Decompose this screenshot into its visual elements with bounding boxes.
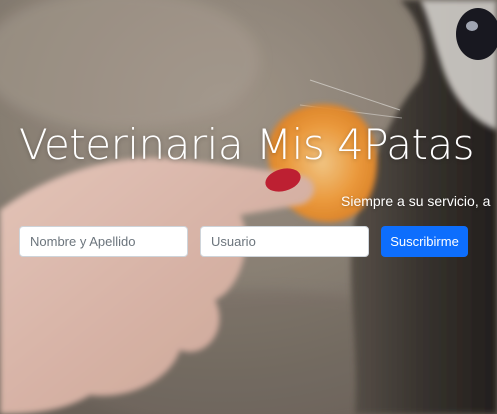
hero-tagline: Siempre a su servicio, a <box>341 193 491 209</box>
hero-title: Veterinaria Mis 4Patas <box>19 120 475 169</box>
subscribe-form: Suscribirme <box>19 226 479 257</box>
name-input[interactable] <box>19 226 188 257</box>
subscribe-button[interactable]: Suscribirme <box>381 226 468 257</box>
username-input[interactable] <box>200 226 369 257</box>
hero-section: Veterinaria Mis 4Patas Siempre a su serv… <box>0 0 497 414</box>
